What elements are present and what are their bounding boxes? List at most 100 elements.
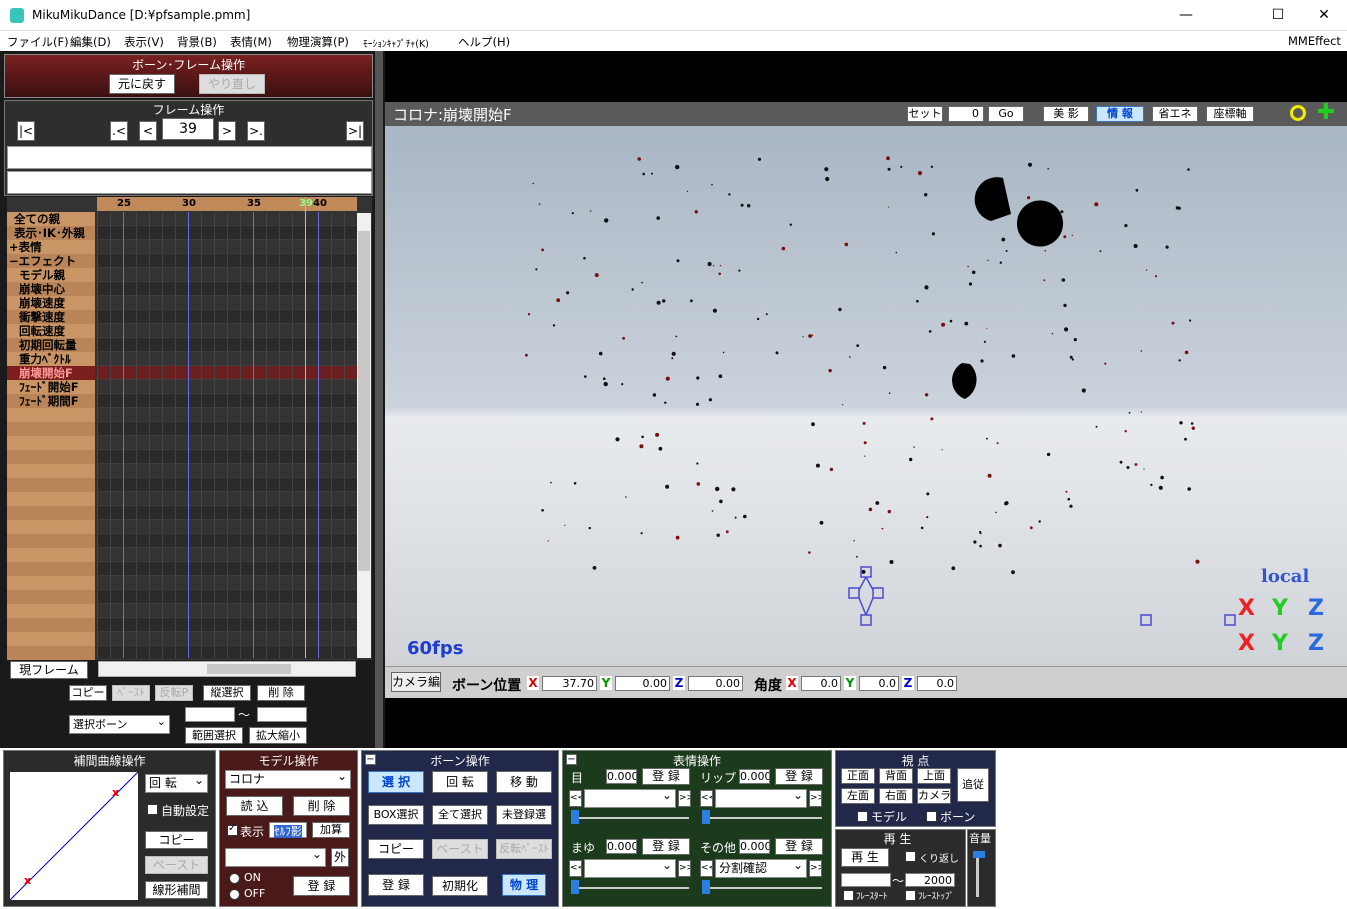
other-slider-track[interactable] [702, 887, 822, 889]
lip-slider-track[interactable] [702, 817, 822, 819]
timeline-row-label[interactable]: 初期回転量 [7, 338, 95, 352]
bone-register-button[interactable]: 登 録 [368, 874, 424, 896]
next-frame-button[interactable]: > [218, 121, 236, 141]
frame-start-checkbox[interactable] [843, 890, 854, 901]
timeline-row-label[interactable]: 回転速度 [7, 324, 95, 338]
ext-parent-dropdown[interactable] [225, 848, 326, 867]
timeline-row-label[interactable] [7, 646, 95, 660]
eye-value[interactable]: 0.000 [606, 769, 637, 784]
on-radio[interactable] [229, 873, 240, 884]
view-top-button[interactable]: 上面 [917, 768, 951, 784]
lip-dropdown[interactable] [715, 789, 807, 808]
model-register-button[interactable]: 登 録 [293, 876, 350, 896]
timeline-row-label[interactable]: −エフェクト [7, 254, 95, 268]
last-frame-button[interactable]: >| [346, 121, 364, 141]
scale-button[interactable]: 拡大縮小 [249, 727, 307, 744]
volume-thumb[interactable] [973, 851, 985, 858]
frame-stop-checkbox[interactable] [905, 890, 916, 901]
timeline-row-label[interactable] [7, 618, 95, 632]
hscroll-thumb[interactable] [207, 664, 291, 674]
timeline-row-label[interactable] [7, 408, 95, 422]
angle-z-input[interactable]: 0.0 [917, 676, 957, 691]
brow-slider-track[interactable] [571, 887, 689, 889]
timeline-row-label[interactable] [7, 478, 95, 492]
menu-mmeffect[interactable]: MMEffect [1288, 34, 1341, 48]
linear-interp-button[interactable]: 線形補間 [145, 881, 208, 899]
view-follow-button[interactable]: 追従 [957, 768, 989, 802]
lip-register-button[interactable]: 登 録 [775, 768, 823, 785]
timeline-row-label[interactable] [7, 520, 95, 534]
bone-paste-reverse-button[interactable]: 反転ﾍﾟｰｽﾄ [496, 839, 552, 859]
model-load-button[interactable]: 読 込 [226, 796, 283, 816]
maximize-button[interactable]: ☐ [1255, 0, 1301, 31]
lip-slider-thumb[interactable] [702, 810, 710, 824]
move-view-icon[interactable]: ✚ [1316, 102, 1336, 124]
interp-curve-editor[interactable]: x x [10, 772, 138, 900]
other-register-button[interactable]: 登 録 [775, 838, 823, 855]
view-camera-button[interactable]: カメラ [917, 788, 951, 804]
timeline-row-label[interactable] [7, 436, 95, 450]
bone-copy-button[interactable]: コピー [368, 839, 424, 859]
eye-register-button[interactable]: 登 録 [642, 768, 690, 785]
minimize-button[interactable]: — [1163, 0, 1209, 31]
axis-button[interactable]: 座標軸 [1206, 106, 1254, 122]
other-dropdown[interactable]: 分割確認 [715, 859, 807, 878]
timeline-row-label[interactable] [7, 450, 95, 464]
set-value-input[interactable]: 0 [948, 106, 984, 122]
timeline-row-label[interactable]: ﾌｪｰﾄﾞ開始F [7, 380, 95, 394]
auto-setting-checkbox[interactable] [147, 804, 158, 815]
brow-slider-thumb[interactable] [571, 880, 579, 894]
timeline-row-label[interactable]: モデル親 [7, 268, 95, 282]
first-frame-button[interactable]: |< [17, 121, 35, 141]
info-button[interactable]: 情 報 [1096, 106, 1144, 122]
view-model-checkbox[interactable] [857, 811, 868, 822]
current-frame-button[interactable]: 現フレーム [10, 661, 88, 679]
menu-file[interactable]: ファイル(F) [7, 34, 69, 50]
brow-value[interactable]: 0.000 [606, 839, 637, 854]
pos-y-input[interactable]: 0.00 [615, 676, 670, 691]
local-z-icon[interactable]: Z [1308, 596, 1324, 621]
timeline-row-label[interactable] [7, 422, 95, 436]
brow-prev-button[interactable]: << [569, 860, 582, 877]
vscroll-thumb[interactable] [358, 231, 370, 571]
timeline-row-label[interactable] [7, 604, 95, 618]
splitter[interactable] [375, 51, 383, 748]
play-end-input[interactable]: 2000 [905, 873, 955, 887]
model-delete-button[interactable]: 削 除 [293, 796, 350, 816]
frame-paste-reverse-button[interactable]: 反転P [155, 685, 193, 701]
range-end-input[interactable] [257, 707, 307, 722]
bone-rotate-button[interactable]: 回 転 [432, 771, 488, 793]
other-slider-thumb[interactable] [702, 880, 710, 894]
redo-button[interactable]: やり直し [199, 74, 265, 94]
timeline-hscrollbar[interactable] [98, 661, 356, 677]
volume-track[interactable] [976, 852, 979, 897]
timeline-row-label[interactable]: 全ての親 [7, 212, 95, 226]
bone-init-button[interactable]: 初期化 [432, 876, 488, 896]
frame-number-input[interactable]: 39 [162, 118, 214, 140]
timeline[interactable]: 25 30 35 39 40 全ての親表示･IK･外親+表情−エフェクトモデル親… [7, 197, 372, 660]
timeline-row-label[interactable] [7, 534, 95, 548]
prev-frame-button[interactable]: < [139, 121, 157, 141]
view-bone-checkbox[interactable] [926, 811, 937, 822]
bone-paste-button[interactable]: ペースト [432, 839, 488, 859]
frame-copy-button[interactable]: コピー [69, 685, 107, 701]
lip-next-button[interactable]: >> [809, 790, 822, 807]
next-key-button[interactable]: >. [247, 121, 265, 141]
angle-x-input[interactable]: 0.0 [801, 676, 841, 691]
close-button[interactable]: ✕ [1301, 0, 1347, 31]
timeline-row-label[interactable] [7, 548, 95, 562]
range-select-button[interactable]: 範囲選択 [185, 727, 243, 744]
timeline-row-label[interactable]: 崩壊速度 [7, 296, 95, 310]
timeline-row-label[interactable]: +表情 [7, 240, 95, 254]
eye-slider-thumb[interactable] [571, 810, 579, 824]
go-button[interactable]: Go [988, 106, 1024, 122]
menu-view[interactable]: 表示(V) [124, 34, 164, 50]
unregistered-select-button[interactable]: 未登録選 [496, 805, 552, 825]
view-front-button[interactable]: 正面 [841, 768, 875, 784]
menu-capture[interactable]: ﾓｰｼｮﾝｷｬﾌﾟﾁｬ(K) [363, 36, 429, 50]
interp-paste-button[interactable]: ペースト [145, 856, 208, 874]
timeline-row-label[interactable] [7, 576, 95, 590]
vertical-select-button[interactable]: 縦選択 [203, 685, 251, 701]
eye-slider-track[interactable] [571, 817, 689, 819]
view-right-button[interactable]: 右面 [879, 788, 913, 804]
